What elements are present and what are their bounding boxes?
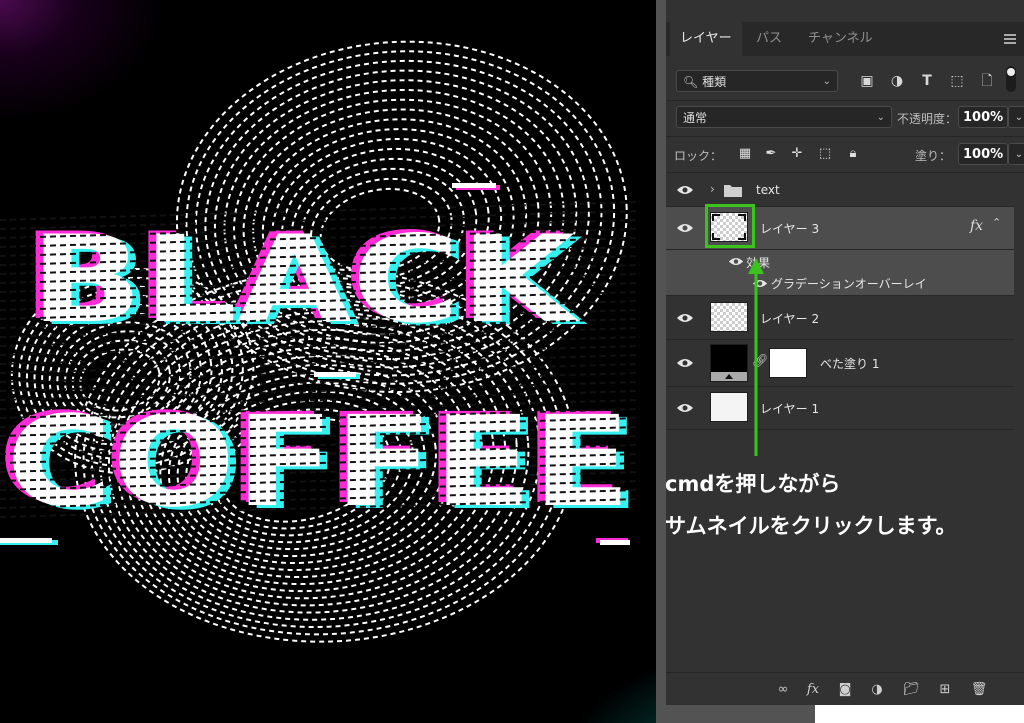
lock-label: ロック： (674, 149, 723, 163)
layers-panel-frame: レイヤー パス チャンネル 🔍︎ 種類 ⌄ ▣ ◑ T ⬚ 🗋︎ 通常 ⌄ 不透… (656, 0, 1024, 723)
chevron-right-icon[interactable]: › (710, 182, 715, 196)
tab-channels[interactable]: チャンネル (798, 22, 883, 56)
layer-row-layer1[interactable]: レイヤー 1 (666, 387, 1014, 430)
thumbnail-highlight-box (705, 204, 755, 248)
opacity-dropdown[interactable]: ⌄ (1008, 106, 1024, 128)
pixel-filter-icon[interactable]: ▣ (858, 72, 876, 90)
lock-transparency-icon[interactable]: ▦ (736, 145, 754, 163)
layer-name-layer2: レイヤー 2 (760, 312, 820, 326)
lock-all-icon[interactable]: 🔒︎ (844, 145, 862, 163)
fill-dropdown[interactable]: ⌄ (1008, 143, 1024, 165)
layers-panel: レイヤー パス チャンネル 🔍︎ 種類 ⌄ ▣ ◑ T ⬚ 🗋︎ 通常 ⌄ 不透… (666, 0, 1024, 705)
eye-icon[interactable] (728, 256, 744, 267)
smart-object-filter-icon[interactable]: 🗋︎ (978, 72, 996, 90)
blend-mode-select[interactable]: 通常 ⌄ (676, 106, 892, 128)
glitch-artwork: BLACK BLACK BLACK COFFEE COFFEE COFFEE (0, 40, 641, 643)
type-filter-icon[interactable]: T (918, 72, 936, 90)
new-layer-icon[interactable]: ⊞ (936, 681, 954, 699)
blend-mode-value: 通常 (683, 111, 708, 125)
layer-name-layer1: レイヤー 1 (760, 402, 820, 416)
trash-icon[interactable]: 🗑︎ (970, 681, 988, 699)
new-group-folder-icon[interactable]: 📁︎ (902, 681, 920, 699)
tab-layers[interactable]: レイヤー (670, 22, 742, 56)
new-adjustment-icon[interactable]: ◑ (868, 681, 886, 699)
instruction-line-2: サムネイルをクリックします。 (665, 514, 957, 538)
layer-mask-thumbnail[interactable] (769, 348, 807, 378)
word-coffee: COFFEE (6, 390, 631, 535)
layer-name-text: text (756, 183, 780, 197)
chevron-up-icon[interactable]: ⌃ (992, 216, 1001, 229)
panel-tabbar: レイヤー パス チャンネル (666, 22, 1024, 56)
add-mask-icon[interactable]: ◙ (836, 681, 854, 699)
layer-row-layer2[interactable]: レイヤー 2 (666, 297, 1014, 340)
layer1-thumbnail[interactable] (710, 392, 748, 422)
effect-row-gradient-overlay[interactable]: グラデーションオーバーレイ (666, 272, 1014, 296)
chevron-down-icon: ⌄ (876, 112, 885, 123)
lock-paint-brush-icon[interactable]: ✒ (762, 145, 780, 163)
layer-row-fill1[interactable]: 🔗︎ べた塗り 1 (666, 340, 1014, 387)
opacity-label: 不透明度： (897, 112, 958, 126)
lock-artboard-icon[interactable]: ⬚ (816, 145, 834, 163)
opacity-input[interactable]: 100% (958, 106, 1008, 128)
filter-toggle[interactable] (1006, 66, 1016, 92)
instruction-line-1: cmdを押しながら (665, 472, 841, 496)
tab-paths[interactable]: パス (746, 22, 792, 56)
shape-filter-icon[interactable]: ⬚ (948, 72, 966, 90)
layer-name-fill1: べた塗り 1 (820, 357, 880, 371)
layer-row-text-group[interactable]: › text (666, 174, 1014, 207)
layers-bottom-toolbar: ∞ fx ◙ ◑ 📁︎ ⊞ 🗑︎ (666, 672, 1024, 705)
layer-name-layer3: レイヤー 3 (760, 222, 820, 236)
adjustment-filter-icon[interactable]: ◑ (888, 72, 906, 90)
filter-kind-label: 種類 (702, 75, 727, 89)
search-icon: 🔍︎ (683, 75, 699, 89)
chevron-down-icon: ⌄ (822, 76, 831, 87)
effects-row[interactable]: 効果 (666, 250, 1014, 272)
eye-icon[interactable] (676, 357, 694, 369)
instruction-annotation: cmdを押しながら サムネイルをクリックします。 (665, 463, 1024, 547)
eye-icon[interactable] (676, 402, 694, 414)
fx-badge[interactable]: fx (970, 218, 983, 234)
panel-menu-icon[interactable] (1004, 34, 1016, 44)
eye-icon[interactable] (676, 184, 694, 196)
layer-row-layer3[interactable]: レイヤー 3 fx ⌃ (666, 204, 1014, 250)
folder-icon (724, 185, 742, 197)
layer2-thumbnail[interactable] (710, 302, 748, 332)
page-background-strip (815, 705, 1024, 723)
layer-filter-select[interactable]: 🔍︎ 種類 ⌄ (676, 70, 838, 92)
effect-name-gradient-overlay: グラデーションオーバーレイ (771, 277, 927, 291)
fill-color-thumbnail[interactable] (710, 344, 748, 382)
eye-icon[interactable] (676, 222, 694, 234)
lock-position-icon[interactable]: ✛ (788, 145, 806, 163)
eye-icon[interactable] (676, 312, 694, 324)
link-layers-icon[interactable]: ∞ (774, 681, 792, 699)
annotation-arrow-icon (748, 258, 764, 456)
add-style-icon[interactable]: fx (804, 681, 822, 699)
fill-input[interactable]: 100% (958, 143, 1008, 165)
artwork-canvas: BLACK BLACK BLACK COFFEE COFFEE COFFEE (0, 0, 656, 723)
word-coffee-group: COFFEE COFFEE COFFEE (0, 387, 639, 538)
fill-label: 塗り： (915, 149, 952, 163)
